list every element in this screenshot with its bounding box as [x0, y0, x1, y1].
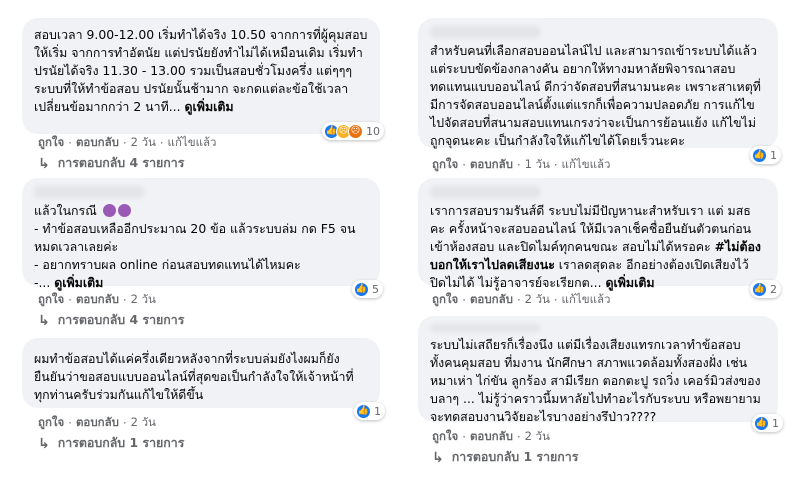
- comment-actions: ถูกใจ · ตอบกลับ · 2 วัน: [38, 414, 156, 432]
- like-button[interactable]: ถูกใจ: [432, 291, 458, 309]
- see-more-link[interactable]: ดูเพิ่มเติม: [54, 275, 103, 290]
- comment-actions: ถูกใจ · ตอบกลับ · 2 วัน: [432, 428, 550, 446]
- reply-arrow-icon: ↳: [38, 312, 50, 329]
- edited-label: แก้ไขแล้ว: [561, 292, 611, 306]
- comment-actions: ถูกใจ · ตอบกลับ · 2 วัน · แก้ไขแล้ว: [432, 291, 611, 309]
- reaction-count: 5: [372, 282, 379, 296]
- comment-actions: ถูกใจ · ตอบกลับ · 2 วัน · แก้ไขแล้ว: [38, 134, 217, 152]
- see-more-link[interactable]: ดูเพิ่มเติม: [605, 275, 654, 290]
- comment-text: ระบบไม่เสถียรก็เรื่องนึง แต่มีเรื่องเสีย…: [430, 337, 765, 424]
- reply-button[interactable]: ตอบกลับ: [76, 134, 119, 152]
- reaction-count: 2: [770, 282, 777, 296]
- like-button[interactable]: ถูกใจ: [38, 134, 64, 152]
- comment-text: เราการสอบรามรันส์ดี ระบบไม่มีปัญหานะสำหร…: [430, 203, 755, 254]
- reply-button[interactable]: ตอบกลับ: [470, 291, 513, 309]
- comment-text: ผมทำข้อสอบได้แค่ครึ่งเดียวหลังจากที่ระบบ…: [34, 351, 354, 402]
- like-button[interactable]: ถูกใจ: [38, 291, 64, 309]
- like-icon: 👍: [356, 403, 371, 419]
- like-icon: 👍: [752, 147, 767, 163]
- like-button[interactable]: ถูกใจ: [38, 414, 64, 432]
- reaction-count: 1: [374, 404, 381, 418]
- reaction-count: 1: [770, 148, 777, 162]
- author-name-blurred: [430, 26, 540, 38]
- replies-label: การตอบกลับ 4 รายการ: [57, 312, 185, 327]
- comment-bubble: แล้วในกรณี - ทำข้อสอบเหลืออีกประมาณ 20 ข…: [22, 178, 380, 290]
- author-name-blurred: [430, 324, 540, 332]
- view-replies[interactable]: ↳ การตอบกลับ 1 รายการ: [38, 434, 184, 453]
- like-button[interactable]: ถูกใจ: [432, 428, 458, 446]
- comment-text: แล้วในกรณี: [34, 203, 97, 218]
- reaction-summary[interactable]: 👍 1: [354, 402, 385, 420]
- edited-label: แก้ไขแล้ว: [561, 157, 611, 171]
- grimace-emoji-icon: [102, 204, 116, 217]
- timestamp[interactable]: 2 วัน: [131, 291, 156, 309]
- reaction-count: 10: [366, 124, 380, 138]
- reaction-summary[interactable]: 👍 1: [750, 146, 781, 164]
- comment-bubble: เราการสอบรามรันส์ดี ระบบไม่มีปัญหานะสำหร…: [418, 178, 778, 290]
- comment-bubble: สอบเวลา 9.00-12.00 เริ่มทำได้จริง 10.50 …: [22, 18, 380, 134]
- reaction-summary[interactable]: 👍 5: [352, 280, 383, 298]
- comment-bubble: ผมทำข้อสอบได้แค่ครึ่งเดียวหลังจากที่ระบบ…: [22, 338, 380, 408]
- edited-label: แก้ไขแล้ว: [167, 135, 217, 149]
- angry-icon: ☹: [348, 123, 363, 139]
- like-icon: 👍: [354, 281, 369, 297]
- timestamp[interactable]: 2 วัน: [525, 291, 550, 309]
- reply-button[interactable]: ตอบกลับ: [470, 428, 513, 446]
- reply-button[interactable]: ตอบกลับ: [76, 414, 119, 432]
- view-replies[interactable]: ↳ การตอบกลับ 4 รายการ: [38, 311, 184, 330]
- comment-actions: ถูกใจ · ตอบกลับ · 2 วัน: [38, 291, 156, 309]
- comment-bubble: ระบบไม่เสถียรก็เรื่องนึง แต่มีเรื่องเสีย…: [418, 316, 778, 424]
- view-replies[interactable]: ↳ การตอบกลับ 1 รายการ: [432, 448, 578, 467]
- timestamp[interactable]: 1 วัน: [525, 156, 550, 174]
- grimace-emoji-icon: [117, 204, 131, 217]
- see-more-link[interactable]: ดูเพิ่มเติม: [185, 99, 234, 114]
- like-button[interactable]: ถูกใจ: [432, 156, 458, 174]
- comment-bubble: สำหรับคนที่เลือกสอบออนไลน์ไป และสามารถเข…: [418, 18, 778, 148]
- replies-label: การตอบกลับ 1 รายการ: [451, 449, 579, 464]
- timestamp[interactable]: 2 วัน: [525, 428, 550, 446]
- timestamp[interactable]: 2 วัน: [131, 134, 156, 152]
- author-name-blurred: [34, 186, 144, 198]
- comment-actions: ถูกใจ · ตอบกลับ · 1 วัน · แก้ไขแล้ว: [432, 156, 611, 174]
- replies-label: การตอบกลับ 1 รายการ: [57, 435, 185, 450]
- reaction-summary[interactable]: 👍 2: [750, 280, 781, 298]
- comment-text: สำหรับคนที่เลือกสอบออนไลน์ไป และสามารถเข…: [430, 43, 761, 148]
- author-name-blurred: [430, 186, 540, 198]
- like-icon: 👍: [752, 281, 767, 297]
- reply-button[interactable]: ตอบกลับ: [76, 291, 119, 309]
- reaction-summary[interactable]: 👍 1: [752, 414, 783, 432]
- view-replies[interactable]: ↳ การตอบกลับ 4 รายการ: [38, 154, 184, 173]
- reply-arrow-icon: ↳: [38, 155, 50, 172]
- replies-label: การตอบกลับ 4 รายการ: [57, 155, 185, 170]
- reaction-count: 1: [772, 416, 779, 430]
- reaction-summary[interactable]: 👍 ☹ ☹ 10: [322, 122, 384, 140]
- reply-arrow-icon: ↳: [432, 449, 444, 466]
- like-icon: 👍: [754, 415, 769, 431]
- timestamp[interactable]: 2 วัน: [131, 414, 156, 432]
- reply-arrow-icon: ↳: [38, 435, 50, 452]
- reply-button[interactable]: ตอบกลับ: [470, 156, 513, 174]
